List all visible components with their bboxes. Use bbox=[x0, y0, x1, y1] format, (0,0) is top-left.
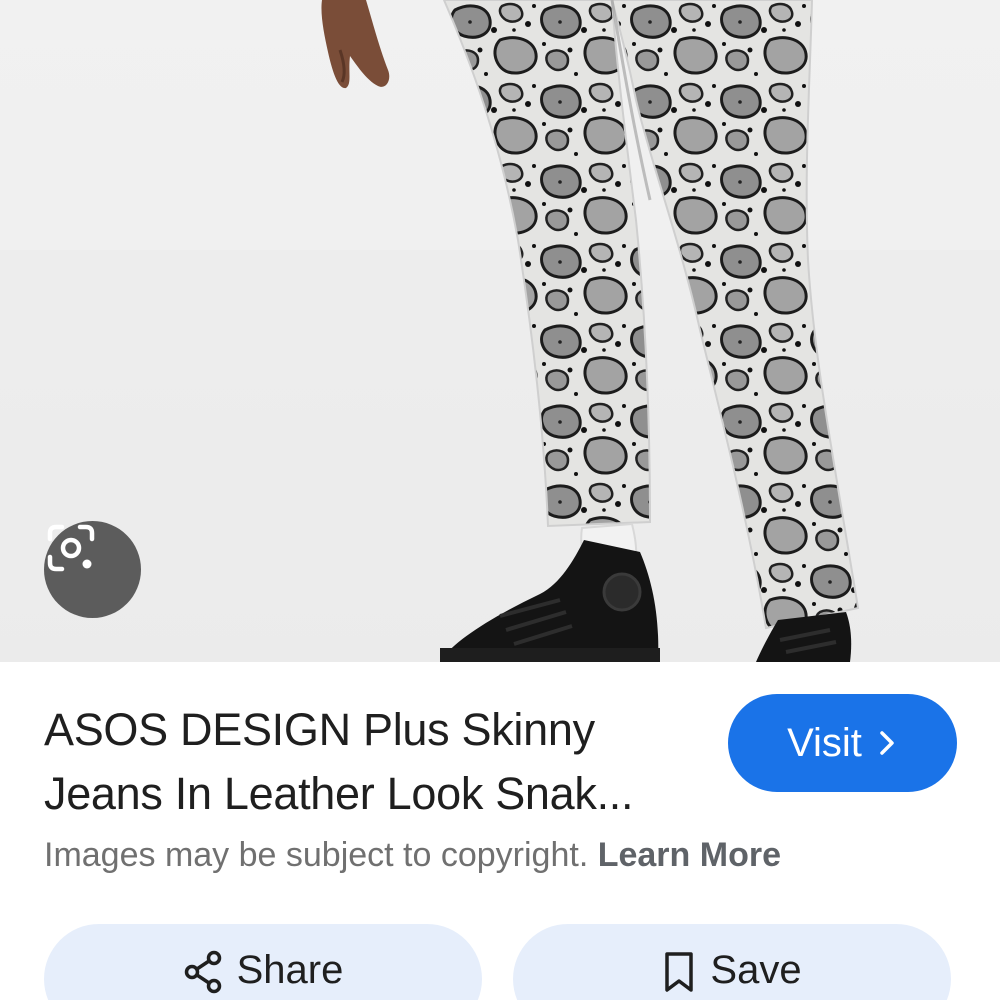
lens-search-button[interactable] bbox=[44, 521, 141, 618]
result-title[interactable]: ASOS DESIGN Plus Skinny Jeans In Leather… bbox=[44, 698, 704, 826]
learn-more-link[interactable]: Learn More bbox=[598, 836, 781, 874]
share-icon bbox=[183, 950, 223, 994]
product-image[interactable] bbox=[0, 0, 1000, 662]
lens-camera-icon bbox=[47, 524, 95, 572]
copyright-text: Images may be subject to copyright. bbox=[44, 836, 589, 874]
copyright-notice: Images may be subject to copyright. Lear… bbox=[44, 833, 781, 877]
chevron-right-icon bbox=[880, 731, 894, 755]
save-label: Save bbox=[710, 948, 802, 992]
share-label: Share bbox=[236, 948, 344, 992]
save-button[interactable]: Save bbox=[513, 924, 951, 1000]
product-photo-illustration bbox=[0, 0, 1000, 662]
visit-label: Visit bbox=[787, 720, 862, 765]
share-button[interactable]: Share bbox=[44, 924, 482, 1000]
image-detail-screen: ASOS DESIGN Plus Skinny Jeans In Leather… bbox=[0, 0, 1000, 1000]
visit-button[interactable]: Visit bbox=[728, 694, 957, 792]
bookmark-icon bbox=[662, 950, 696, 994]
